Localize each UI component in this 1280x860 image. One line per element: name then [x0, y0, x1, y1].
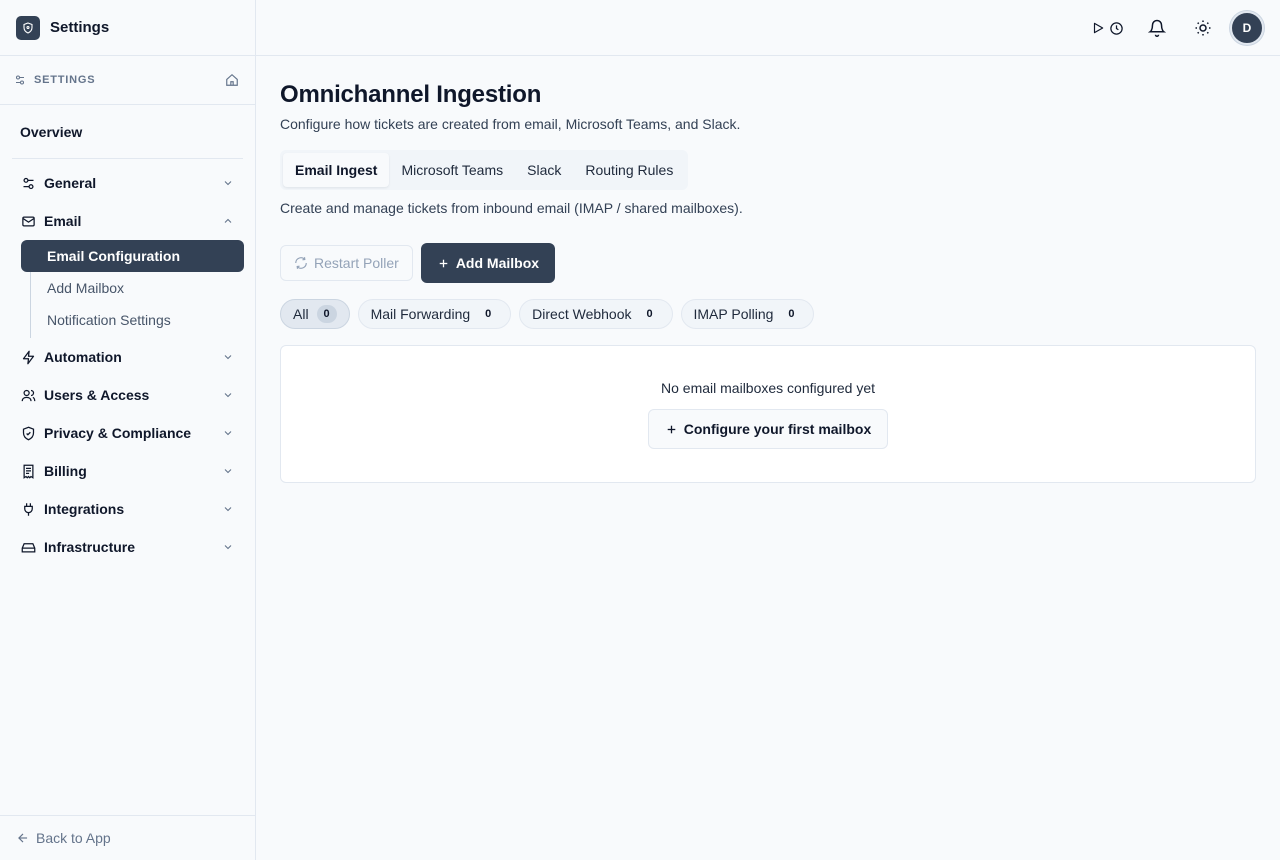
sidebar-group-infrastructure[interactable]: Infrastructure	[12, 528, 243, 566]
theme-toggle-button[interactable]	[1194, 11, 1212, 45]
sidebar-group-privacy-compliance[interactable]: Privacy & Compliance	[12, 414, 243, 452]
filter-count: 0	[485, 308, 492, 320]
add-mailbox-label: Add Mailbox	[455, 255, 540, 271]
refresh-icon	[294, 256, 308, 270]
sidebar: Settings SETTINGS Overview General Email	[0, 0, 256, 860]
filter-chip-imap-polling[interactable]: IMAP Polling 0	[680, 299, 815, 329]
tab-list: Email Ingest Microsoft Teams Slack Routi…	[280, 150, 689, 190]
plug-icon	[20, 501, 36, 517]
shield-icon	[20, 425, 36, 441]
configure-first-mailbox-button[interactable]: Configure your first mailbox	[647, 409, 889, 449]
sidebar-item-notification-settings[interactable]: Notification Settings	[21, 304, 243, 336]
chevron-down-icon	[221, 176, 235, 190]
mail-icon	[20, 213, 36, 229]
top-bar: D	[256, 0, 1280, 56]
sun-icon	[1194, 19, 1212, 37]
sidebar-group-general[interactable]: General	[12, 164, 243, 202]
sidebar-group-label: Email	[44, 213, 82, 229]
sidebar-item-email-configuration[interactable]: Email Configuration	[21, 240, 244, 272]
sidebar-section-label: SETTINGS	[34, 74, 96, 86]
bell-icon	[1148, 19, 1166, 37]
chevron-down-icon	[221, 388, 235, 402]
tab-email-ingest[interactable]: Email Ingest	[283, 153, 390, 187]
clock-icon	[1109, 21, 1124, 36]
hard-drive-icon	[20, 539, 36, 555]
chevron-up-icon	[221, 214, 235, 228]
chevron-down-icon	[221, 426, 235, 440]
sidebar-group-integrations[interactable]: Integrations	[12, 490, 243, 528]
back-to-app-label: Back to App	[36, 830, 111, 846]
chevron-down-icon	[221, 464, 235, 478]
sidebar-group-label: Infrastructure	[44, 539, 136, 555]
page-subtitle: Configure how tickets are created from e…	[280, 116, 741, 132]
notifications-button[interactable]	[1148, 11, 1166, 45]
sidebar-group-label: Privacy & Compliance	[44, 425, 192, 441]
action-bar: Restart Poller Add Mailbox	[280, 243, 1256, 283]
play-timer-button[interactable]	[1091, 11, 1124, 45]
sidebar-group-users-access[interactable]: Users & Access	[12, 376, 243, 414]
filter-chip-direct-webhook[interactable]: Direct Webhook 0	[519, 299, 673, 329]
filter-label: Direct Webhook	[532, 306, 632, 322]
page-title: Omnichannel Ingestion	[280, 81, 542, 108]
filter-chip-all[interactable]: All 0	[280, 299, 350, 329]
main-content: Omnichannel Ingestion Configure how tick…	[280, 56, 1256, 483]
sidebar-group-label: Billing	[44, 463, 87, 479]
sidebar-group-label: Integrations	[44, 501, 125, 517]
home-icon[interactable]	[225, 73, 239, 87]
filter-label: IMAP Polling	[693, 306, 774, 322]
sidebar-header: Settings	[0, 0, 255, 56]
chevron-down-icon	[221, 502, 235, 516]
empty-state-message: No email mailboxes configured yet	[661, 380, 875, 396]
sidebar-section-header: SETTINGS	[0, 56, 255, 105]
lightning-icon	[20, 349, 36, 365]
receipt-icon	[20, 463, 36, 479]
sidebar-item-overview[interactable]: Overview	[12, 105, 243, 159]
sidebar-group-email[interactable]: Email	[12, 202, 243, 240]
sidebar-group-billing[interactable]: Billing	[12, 452, 243, 490]
email-submenu: Email Configuration Add Mailbox Notifica…	[21, 240, 244, 338]
filter-label: Mail Forwarding	[370, 306, 471, 322]
filter-chip-mail-forwarding[interactable]: Mail Forwarding 0	[357, 299, 512, 329]
sidebar-group-label: Automation	[44, 349, 122, 365]
settings-sliders-icon	[14, 74, 26, 86]
tab-description: Create and manage tickets from inbound e…	[280, 200, 743, 216]
filter-chips: All 0 Mail Forwarding 0 Direct Webhook 0…	[280, 299, 1256, 329]
empty-state-card: No email mailboxes configured yet Config…	[280, 345, 1256, 483]
sidebar-nav: Overview General Email Email Configurati…	[0, 105, 255, 566]
play-icon	[1091, 21, 1105, 35]
top-bar-actions: D	[1079, 11, 1264, 45]
sidebar-group-label: Users & Access	[44, 387, 150, 403]
configure-first-mailbox-label: Configure your first mailbox	[683, 421, 872, 437]
users-icon	[20, 387, 36, 403]
restart-poller-label: Restart Poller	[314, 255, 399, 271]
chevron-down-icon	[221, 540, 235, 554]
filter-count: 0	[646, 308, 653, 320]
app-title: Settings	[50, 19, 110, 36]
app-logo-icon	[16, 15, 40, 40]
add-mailbox-button[interactable]: Add Mailbox	[420, 243, 556, 283]
tab-microsoft-teams[interactable]: Microsoft Teams	[389, 153, 515, 187]
plus-icon	[437, 257, 450, 270]
back-to-app-link[interactable]: Back to App	[0, 815, 255, 860]
chevron-down-icon	[221, 350, 235, 364]
sidebar-item-add-mailbox[interactable]: Add Mailbox	[21, 272, 243, 304]
sliders-icon	[20, 175, 36, 191]
sidebar-group-label: General	[44, 175, 97, 191]
tab-routing-rules[interactable]: Routing Rules	[573, 153, 685, 187]
filter-count: 0	[788, 308, 795, 320]
arrow-left-icon	[16, 831, 30, 845]
sidebar-group-automation[interactable]: Automation	[12, 338, 243, 376]
restart-poller-button[interactable]: Restart Poller	[280, 245, 413, 281]
filter-count: 0	[316, 305, 337, 323]
user-avatar[interactable]: D	[1230, 11, 1264, 45]
filter-label: All	[293, 306, 309, 322]
plus-icon	[665, 423, 678, 436]
tab-slack[interactable]: Slack	[515, 153, 573, 187]
